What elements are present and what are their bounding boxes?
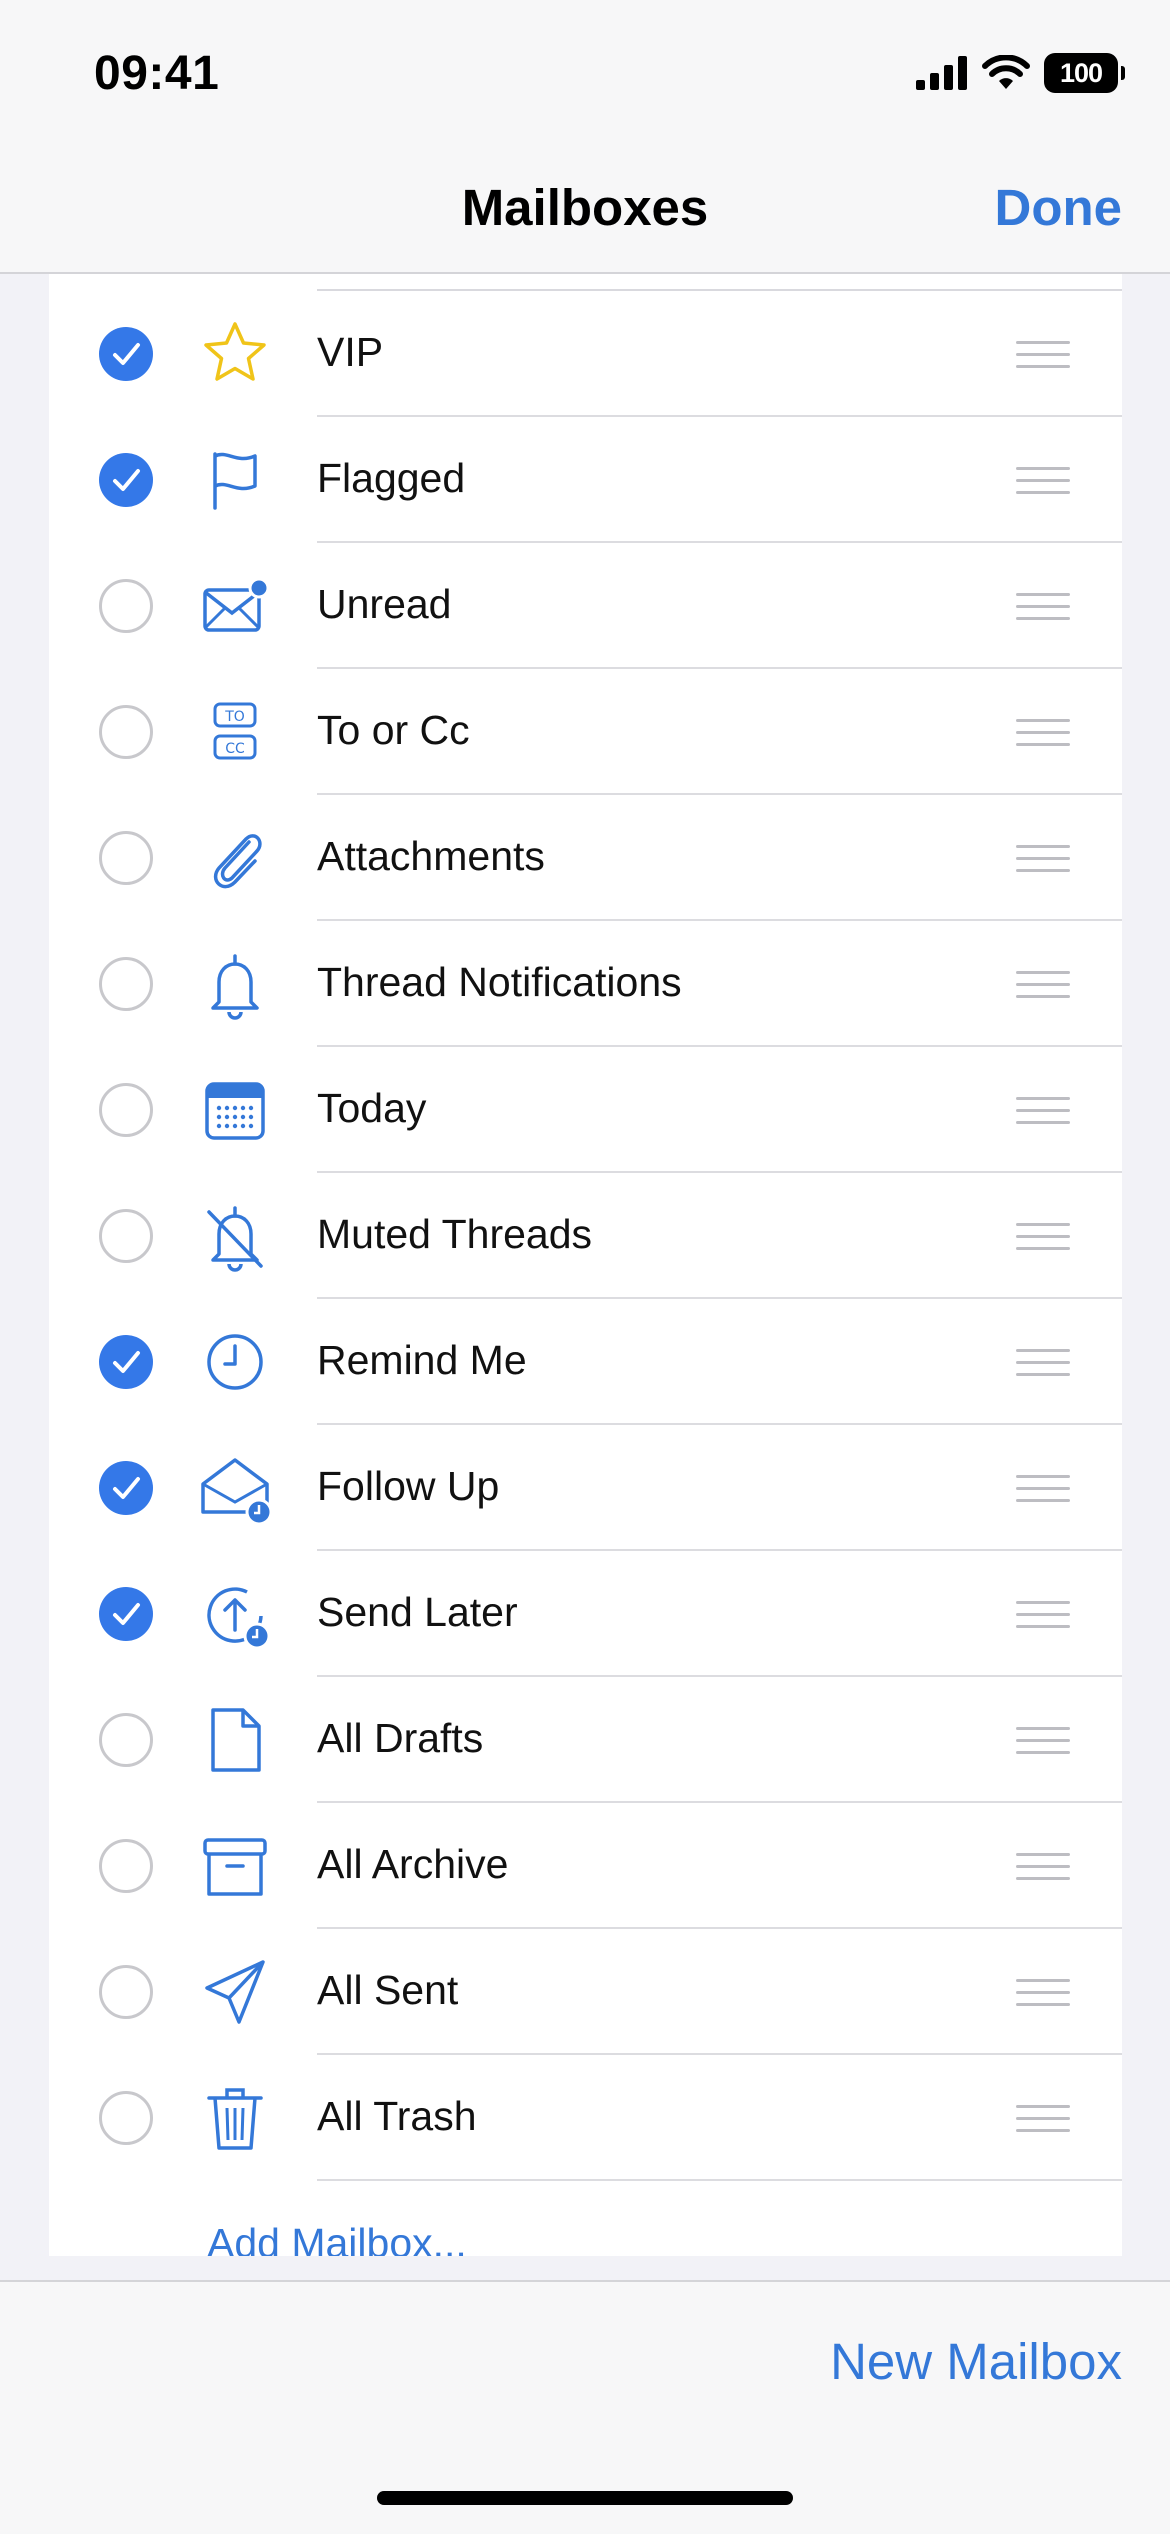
reorder-handle-icon[interactable] [1016,845,1070,873]
mailbox-label: All Trash [317,2093,477,2139]
reorder-handle-icon[interactable] [1016,593,1070,621]
home-indicator [377,2491,793,2505]
mailbox-label: Flagged [317,455,466,501]
mailbox-row[interactable]: Muted Threads [49,1173,1122,1299]
reorder-handle-icon[interactable] [1016,719,1070,747]
archive-box-icon [203,1838,267,1896]
navigation-bar: Mailboxes Done [0,140,1170,274]
envelope-clock-icon [201,1458,273,1526]
unchecked-checkbox[interactable] [99,705,153,759]
paperplane-icon [205,1960,265,2024]
reorder-handle-icon[interactable] [1016,467,1070,495]
reorder-handle-icon[interactable] [1016,2105,1070,2133]
reorder-handle-icon[interactable] [1016,1097,1070,1125]
mailbox-row[interactable]: All Trash [49,2055,1122,2181]
mailbox-label: Unread [317,581,452,627]
unchecked-checkbox[interactable] [99,1209,153,1263]
checkmark-icon [113,343,140,365]
reorder-handle-icon[interactable] [1016,1349,1070,1377]
trash-icon [207,2088,263,2150]
reorder-handle-icon[interactable] [1016,341,1070,369]
checkmark-icon [113,469,140,491]
checkmark-icon [113,1351,140,1373]
svg-text:CC: CC [225,741,245,757]
unchecked-checkbox[interactable] [99,1965,153,2019]
mailbox-label: Follow Up [317,1463,500,1509]
add-mailbox-button[interactable]: Add Mailbox... [207,2220,467,2256]
unchecked-checkbox[interactable] [99,957,153,1011]
clock-icon [207,1334,263,1390]
bell-icon [211,954,259,1020]
unchecked-checkbox[interactable] [99,1839,153,1893]
send-later-icon [207,1587,271,1650]
mailbox-label: All Archive [317,1841,509,1887]
mailbox-row[interactable]: Remind Me [49,1299,1122,1425]
to-cc-icon: TO CC [213,702,257,760]
checked-checkbox[interactable] [99,1587,153,1641]
mailbox-label: VIP [317,329,384,375]
unchecked-checkbox[interactable] [99,831,153,885]
mailbox-row[interactable]: Flagged [49,417,1122,543]
status-bar: 09:41 100 [0,0,1170,140]
calendar-icon [205,1082,265,1140]
status-time: 09:41 [94,47,220,100]
mailbox-label: All Sent [317,1967,459,2013]
done-button[interactable]: Done [995,178,1123,237]
mailbox-list: VIP Flagged Unread TO CC To or Cc Attachments T… [49,291,1122,2181]
mailbox-row[interactable]: All Drafts [49,1677,1122,1803]
mailbox-row[interactable]: VIP [49,291,1122,417]
svg-text:TO: TO [224,709,245,725]
reorder-handle-icon[interactable] [1016,1601,1070,1629]
unread-envelope-icon [203,577,270,632]
checked-checkbox[interactable] [99,453,153,507]
paperclip-icon [213,834,262,889]
star-icon [204,322,266,381]
reorder-handle-icon[interactable] [1016,1223,1070,1251]
mailbox-label: All Drafts [317,1715,484,1761]
mailbox-row[interactable]: Unread [49,543,1122,669]
mailbox-row[interactable]: Send Later [49,1551,1122,1677]
mailbox-label: Attachments [317,833,545,879]
unchecked-checkbox[interactable] [99,1083,153,1137]
reorder-handle-icon[interactable] [1016,1853,1070,1881]
reorder-handle-icon[interactable] [1016,971,1070,999]
mailbox-row[interactable]: Follow Up [49,1425,1122,1551]
mailbox-label: Muted Threads [317,1211,593,1257]
checkmark-icon [113,1477,140,1499]
mailbox-label: Send Later [317,1589,518,1635]
mailbox-row[interactable]: All Archive [49,1803,1122,1929]
mailbox-label: Remind Me [317,1337,527,1383]
checkmark-icon [113,1603,140,1625]
checked-checkbox[interactable] [99,1335,153,1389]
document-icon [211,1708,261,1772]
mailbox-label: Thread Notifications [317,959,682,1005]
unchecked-checkbox[interactable] [99,579,153,633]
battery-level: 100 [1059,57,1103,88]
mailbox-row[interactable]: All Sent [49,1929,1122,2055]
cellular-signal-icon [916,56,967,90]
mailbox-row[interactable]: Thread Notifications [49,921,1122,1047]
mailbox-label: Today [317,1085,427,1131]
checked-checkbox[interactable] [99,1461,153,1515]
mailbox-list-card: VIP Flagged Unread TO CC To or Cc Attachments T… [49,274,1122,2256]
mailbox-row[interactable]: TO CC To or Cc [49,669,1122,795]
checked-checkbox[interactable] [99,327,153,381]
status-icons: 100 [916,50,1125,96]
reorder-handle-icon[interactable] [1016,1727,1070,1755]
flag-icon [213,452,257,510]
bell-slash-icon [207,1206,263,1272]
wifi-icon [982,55,1030,89]
unchecked-checkbox[interactable] [99,2091,153,2145]
new-mailbox-button[interactable]: New Mailbox [830,2332,1122,2391]
mailbox-row[interactable]: Today [49,1047,1122,1173]
reorder-handle-icon[interactable] [1016,1475,1070,1503]
mailbox-label: To or Cc [317,707,470,753]
reorder-handle-icon[interactable] [1016,1979,1070,2007]
mailbox-row[interactable]: Attachments [49,795,1122,921]
unchecked-checkbox[interactable] [99,1713,153,1767]
battery-indicator: 100 [1044,53,1125,93]
